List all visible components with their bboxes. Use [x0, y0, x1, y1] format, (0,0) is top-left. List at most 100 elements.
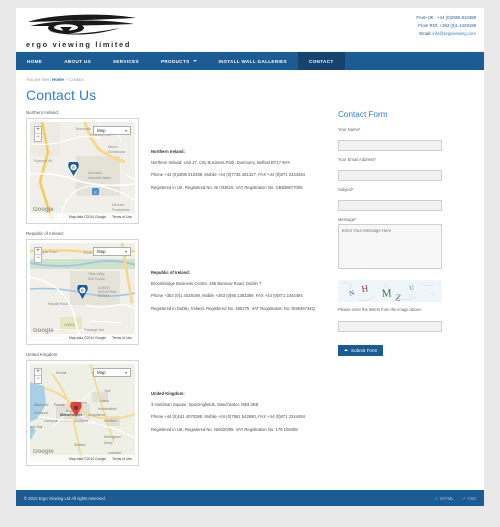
captcha-input[interactable]	[338, 321, 442, 332]
nav-item-about-us[interactable]: ABOUT US	[53, 52, 102, 70]
svg-text:wyn Bay: wyn Bay	[30, 425, 43, 429]
chevron-up-icon	[344, 349, 348, 351]
page-title: Contact Us	[26, 87, 97, 103]
chevron-down-icon	[192, 60, 197, 62]
breadcrumb-prefix: You are here:	[26, 77, 51, 82]
svg-text:Fassaugh Ave: Fassaugh Ave	[84, 328, 104, 332]
address-line1-roi: Broombridge Business Centre, 285 Bannow …	[151, 281, 262, 287]
address-line2-ni: Phone +44 (0)2895 810488, Mobile +44 (0)…	[151, 172, 306, 178]
map-type-selector-uk[interactable]: Map ▾	[93, 368, 131, 377]
email-input[interactable]	[338, 170, 442, 181]
map-zoom-in-ni[interactable]: +	[35, 127, 41, 134]
map-united-kingdom[interactable]: Kendal A1 Blackpool Preston Bradford Lee…	[30, 364, 135, 462]
map-type-selector-ni[interactable]: Map ▾	[93, 126, 131, 135]
map-zoom-in-uk[interactable]: +	[35, 369, 41, 376]
map-zoom-controls-ni[interactable]: + −	[34, 126, 42, 142]
svg-text:N: N	[348, 289, 355, 298]
footer-validation-links: ✔ XHTML ✔ CSS	[435, 496, 476, 501]
check-icon: ✔	[462, 495, 467, 501]
map-frame-united-kingdom: Kendal A1 Blackpool Preston Bradford Lee…	[26, 360, 139, 466]
nav-item-contact[interactable]: CONTACT	[297, 52, 345, 70]
svg-text:Beechvale: Beechvale	[76, 127, 91, 131]
map-type-label-ni: Map	[97, 128, 106, 133]
map-zoom-controls-roi[interactable]: + −	[34, 247, 42, 263]
svg-text:Tolka Valley: Tolka Valley	[88, 272, 105, 276]
contact-form-title: Contact Form	[338, 110, 388, 119]
map-attribution-ni: Map data ©2014 Google Terms of Use	[30, 213, 135, 220]
header-email-label: Email:	[419, 30, 432, 36]
subject-input[interactable]	[338, 200, 442, 211]
main-navigation: HOME ABOUT US SERVICES PRODUCTS INSTALL …	[16, 52, 484, 70]
map-terms-link-uk[interactable]: Terms of Use	[112, 457, 132, 461]
svg-text:e: e	[81, 288, 84, 294]
breadcrumb-home-link[interactable]: Home	[52, 77, 64, 82]
map-type-selector-roi[interactable]: Map ▾	[93, 247, 131, 256]
svg-text:Sheffield: Sheffield	[104, 419, 117, 423]
nav-item-install-wall-galleries[interactable]: INSTALL WALL GALLERIES	[208, 52, 298, 70]
svg-text:Industrial Estate: Industrial Estate	[88, 176, 111, 180]
region-united-kingdom: Kendal A1 Blackpool Preston Bradford Lee…	[26, 360, 326, 466]
map-northern-ireland[interactable]: Beechvale Pinebank Park Mason Guesthouse…	[30, 122, 135, 220]
region-label-republic-of-ireland: Republic of Ireland:	[26, 231, 64, 236]
map-attribution-text-uk: Map data ©2014 Google	[69, 456, 107, 461]
site-logo[interactable]: ergo viewing limited	[24, 13, 144, 49]
footer-link-css[interactable]: ✔ CSS	[463, 496, 476, 501]
svg-text:Nottingham: Nottingham	[104, 435, 121, 439]
svg-text:Blackpool: Blackpool	[34, 403, 49, 407]
map-attribution-text-roi: Map data ©2014 Google	[69, 335, 107, 340]
svg-text:Seymour Hill: Seymour Hill	[34, 159, 52, 163]
footer-link-xhtml[interactable]: ✔ XHTML	[435, 496, 454, 501]
svg-text:R135: R135	[84, 251, 92, 255]
map-tiles-ni: Beechvale Pinebank Park Mason Guesthouse…	[30, 122, 135, 220]
page-root: ergo viewing limited From UK : +44 (0)28…	[0, 0, 500, 527]
map-zoom-out-uk[interactable]: −	[35, 376, 41, 383]
address-heading-ni: Northern Ireland:	[151, 149, 185, 154]
address-line3-ni: Registered in UK. Registered No. NI 0336…	[151, 184, 303, 190]
header-phone-uk: From UK : +44 (0)2895 810488	[416, 14, 476, 22]
map-republic-of-ireland[interactable]: Finglas Road R135 Tolka Valley Tolka Val…	[30, 243, 135, 341]
nav-item-products[interactable]: PRODUCTS	[150, 52, 208, 70]
name-input[interactable]	[338, 140, 442, 151]
message-textarea[interactable]	[338, 224, 442, 269]
header-email-link[interactable]: info@ergoviewing.com	[432, 31, 476, 36]
nav-item-services-label: SERVICES	[112, 58, 139, 64]
nav-item-home[interactable]: HOME	[16, 52, 53, 70]
map-zoom-out-ni[interactable]: −	[35, 134, 41, 141]
map-attribution-uk: Map data ©2014 Google Terms of Use	[30, 455, 135, 462]
svg-text:Derby: Derby	[104, 441, 113, 445]
submit-form-button[interactable]: Submit Form	[338, 344, 384, 356]
svg-text:Mason: Mason	[108, 145, 118, 149]
svg-text:Liverpool: Liverpool	[44, 419, 58, 423]
nav-item-services[interactable]: SERVICES	[102, 52, 150, 70]
region-label-northern-ireland: Northern Ireland:	[26, 110, 59, 115]
svg-text:Z: Z	[395, 292, 402, 302]
svg-text:M: M	[381, 287, 392, 300]
svg-text:Kilnhase: Kilnhase	[112, 203, 124, 207]
address-line1-ni: Northern Ireland: Unit 27, City Business…	[151, 160, 291, 166]
map-zoom-out-roi[interactable]: −	[35, 255, 41, 262]
svg-text:Stockport: Stockport	[74, 419, 88, 423]
captcha-glyphs: N H M Z U	[341, 282, 436, 302]
chevron-down-icon: ▾	[124, 128, 127, 133]
name-field-label: Your Name*	[338, 127, 361, 132]
address-line3-roi: Registered in Dublin, Ireland. Registere…	[151, 305, 315, 311]
map-terms-link-ni[interactable]: Terms of Use	[112, 215, 132, 219]
header-email-row: Email: info@ergoviewing.com	[416, 30, 476, 38]
chevron-down-icon: ▾	[124, 370, 127, 375]
map-zoom-controls-uk[interactable]: + −	[34, 368, 42, 384]
subject-field-label: Subject*	[338, 187, 354, 192]
svg-text:Chapeltown: Chapeltown	[88, 413, 106, 417]
content-columns: Northern Ireland: Beechvale Pinebank Par…	[26, 106, 474, 473]
map-marker-icon[interactable]: e	[68, 162, 79, 176]
nav-item-contact-label: CONTACT	[308, 58, 334, 64]
map-marker-icon[interactable]: e	[77, 285, 88, 299]
header-phone-roi: From ROI: +353 (0)1 4429199	[416, 22, 476, 30]
map-secondary-marker-icon[interactable]: e	[92, 188, 99, 195]
map-type-label-uk: Map	[97, 370, 106, 375]
map-zoom-in-roi[interactable]: +	[35, 248, 41, 255]
map-marker-icon[interactable]	[70, 402, 82, 417]
map-frame-republic-of-ireland: Finglas Road R135 Tolka Valley Tolka Val…	[26, 239, 139, 345]
map-terms-link-roi[interactable]: Terms of Use	[112, 336, 132, 340]
address-line1-uk: 3 Hardman Square, Spinningfields, Manche…	[151, 402, 259, 408]
svg-text:Dunmurry: Dunmurry	[88, 171, 102, 175]
